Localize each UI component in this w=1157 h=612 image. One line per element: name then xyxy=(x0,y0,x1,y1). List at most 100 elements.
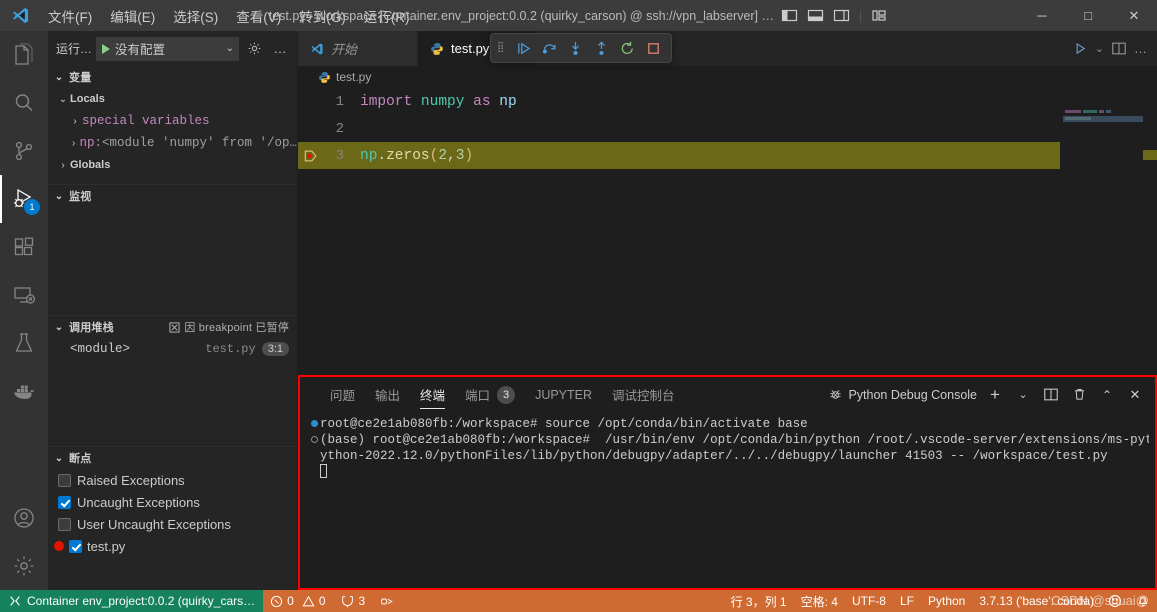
toggle-primary-sidebar-icon[interactable] xyxy=(781,8,798,23)
minimize-button[interactable]: ─ xyxy=(1019,0,1065,31)
menu-run[interactable]: 运行(R) xyxy=(356,3,418,29)
status-ports[interactable]: 3 xyxy=(333,590,373,612)
callstack-frame-row[interactable]: <module> test.py 3:1 xyxy=(48,338,297,360)
close-panel-button[interactable]: ✕ xyxy=(1125,385,1145,405)
maximize-panel-button[interactable]: ⌃ xyxy=(1097,385,1117,405)
variable-name: special variables xyxy=(82,114,210,128)
activity-item-explorer[interactable] xyxy=(0,31,48,79)
menu-view[interactable]: 查看(V) xyxy=(228,3,289,29)
minimap-line xyxy=(1065,110,1081,113)
code-line-current[interactable]: 3 np.zeros(2,3) xyxy=(298,142,1060,169)
menu-selection[interactable]: 选择(S) xyxy=(165,3,226,29)
menu-file[interactable]: 文件(F) xyxy=(40,3,100,29)
status-debug-quick[interactable] xyxy=(372,590,401,612)
activity-item-settings[interactable] xyxy=(0,542,48,590)
activity-item-source-control[interactable] xyxy=(0,127,48,175)
activity-item-run-and-debug[interactable]: 1 xyxy=(0,175,48,223)
breakpoint-checkbox[interactable] xyxy=(69,539,82,553)
variable-row-special[interactable]: › special variables xyxy=(48,110,297,132)
activity-item-remote-explorer[interactable] xyxy=(0,271,48,319)
breakpoint-row-user-uncaught[interactable]: User Uncaught Exceptions xyxy=(48,513,297,535)
split-editor-icon[interactable] xyxy=(1111,41,1127,56)
panel-tab-problems[interactable]: 问题 xyxy=(320,377,365,412)
terminal-profile-chevron-icon[interactable]: ⌄ xyxy=(1013,385,1033,405)
debug-continue-button[interactable] xyxy=(511,36,535,60)
menu-more[interactable]: … xyxy=(420,5,450,26)
activity-item-accounts[interactable] xyxy=(0,494,48,542)
variables-scope-globals[interactable]: › Globals xyxy=(48,154,297,176)
panel-tab-output[interactable]: 输出 xyxy=(365,377,410,412)
terminal-selector[interactable]: Python Debug Console xyxy=(828,387,977,402)
split-terminal-button[interactable] xyxy=(1041,385,1061,405)
open-launch-json-button[interactable] xyxy=(243,38,265,60)
breakpoint-row-raised[interactable]: Raised Exceptions xyxy=(48,469,297,491)
code-line[interactable]: 1 import numpy as np xyxy=(298,88,1157,115)
debug-step-out-button[interactable] xyxy=(589,36,613,60)
code-editor[interactable]: 1 import numpy as np 2 3 np.zeros(2,3) xyxy=(298,88,1157,375)
breadcrumb[interactable]: test.py xyxy=(298,66,1157,88)
breakpoint-checkbox[interactable] xyxy=(58,517,71,531)
panel-tab-ports[interactable]: 端口 3 xyxy=(455,377,525,412)
debug-stop-button[interactable] xyxy=(641,36,665,60)
panel-tab-debug-console[interactable]: 调试控制台 xyxy=(602,377,685,412)
run-python-file-icon[interactable] xyxy=(1073,41,1088,56)
debug-configuration-select[interactable]: 没有配置 ⌄ xyxy=(96,36,239,61)
minimap-slider[interactable] xyxy=(1063,116,1143,122)
debug-restart-button[interactable] xyxy=(615,36,639,60)
overview-ruler[interactable] xyxy=(1143,88,1157,375)
status-eol[interactable]: LF xyxy=(893,590,921,612)
panel-tab-terminal[interactable]: 终端 xyxy=(410,377,455,412)
status-remote-indicator[interactable]: Container env_project:0.0.2 (quirky_cars… xyxy=(0,590,264,612)
variable-row-np[interactable]: › np: <module 'numpy' from '/op… xyxy=(48,132,297,154)
status-indentation[interactable]: 空格: 4 xyxy=(794,590,845,612)
panel-tab-jupyter[interactable]: JUPYTER xyxy=(525,377,602,412)
variables-header[interactable]: ⌄ 变量 xyxy=(48,66,297,88)
new-terminal-button[interactable]: + xyxy=(985,385,1005,405)
breakpoints-header[interactable]: ⌄ 断点 xyxy=(48,447,297,469)
status-notifications[interactable] xyxy=(1129,590,1157,612)
gear-icon xyxy=(12,554,36,578)
sidebar-more-actions-button[interactable]: … xyxy=(269,38,291,60)
breakpoint-checkbox[interactable] xyxy=(58,473,71,487)
toggle-panel-icon[interactable] xyxy=(807,8,824,23)
watch-header[interactable]: ⌄ 监视 xyxy=(48,185,297,207)
kill-terminal-button[interactable] xyxy=(1069,385,1089,405)
start-debug-icon[interactable] xyxy=(102,43,111,54)
close-button[interactable]: ✕ xyxy=(1111,0,1157,31)
breakpoint-checkbox[interactable] xyxy=(58,495,71,509)
editor-more-actions-icon[interactable]: … xyxy=(1134,41,1147,56)
variable-name: np: xyxy=(79,136,102,150)
activity-item-search[interactable] xyxy=(0,79,48,127)
debug-step-into-button[interactable] xyxy=(563,36,587,60)
menu-edit[interactable]: 编辑(E) xyxy=(102,3,163,29)
customize-layout-icon[interactable] xyxy=(871,8,888,23)
chevron-down-icon: ⌄ xyxy=(54,190,64,202)
status-language-mode[interactable]: Python xyxy=(921,590,972,612)
status-encoding[interactable]: UTF-8 xyxy=(845,590,893,612)
activity-item-docker[interactable] xyxy=(0,367,48,415)
breakpoint-label: Uncaught Exceptions xyxy=(77,494,200,510)
tab-get-started[interactable]: 开始 xyxy=(298,31,418,66)
menu-go[interactable]: 转到(G) xyxy=(291,3,354,29)
code-line[interactable]: 2 xyxy=(298,115,1157,142)
breakpoint-row-uncaught[interactable]: Uncaught Exceptions xyxy=(48,491,297,513)
variables-scope-locals[interactable]: ⌄ Locals xyxy=(48,88,297,110)
activity-item-testing[interactable] xyxy=(0,319,48,367)
debug-toolbar[interactable]: ⣿ xyxy=(490,33,672,63)
activity-item-extensions[interactable] xyxy=(0,223,48,271)
python-icon xyxy=(430,42,444,56)
status-line-column[interactable]: 行 3，列 1 xyxy=(724,590,794,612)
status-feedback[interactable] xyxy=(1101,590,1129,612)
minimap[interactable] xyxy=(1063,88,1143,375)
chevron-down-icon[interactable]: ⌄ xyxy=(1095,42,1104,55)
status-problems[interactable]: 0 0 xyxy=(263,590,332,612)
toggle-secondary-sidebar-icon[interactable] xyxy=(833,8,850,23)
debug-toolbar-grip[interactable]: ⣿ xyxy=(497,43,509,53)
breakpoint-glyph-icon[interactable] xyxy=(298,149,324,163)
debug-step-over-button[interactable] xyxy=(537,36,561,60)
breakpoint-row-file[interactable]: test.py xyxy=(48,535,297,557)
terminal-output[interactable]: root@ce2e1ab080fb:/workspace# source /op… xyxy=(300,412,1155,588)
callstack-header[interactable]: ⌄ 调用堆栈 因 breakpoint 已暂停 xyxy=(48,316,297,338)
maximize-button[interactable]: □ xyxy=(1065,0,1111,31)
status-python-interpreter[interactable]: 3.7.13 ('base': conda) xyxy=(972,590,1101,612)
